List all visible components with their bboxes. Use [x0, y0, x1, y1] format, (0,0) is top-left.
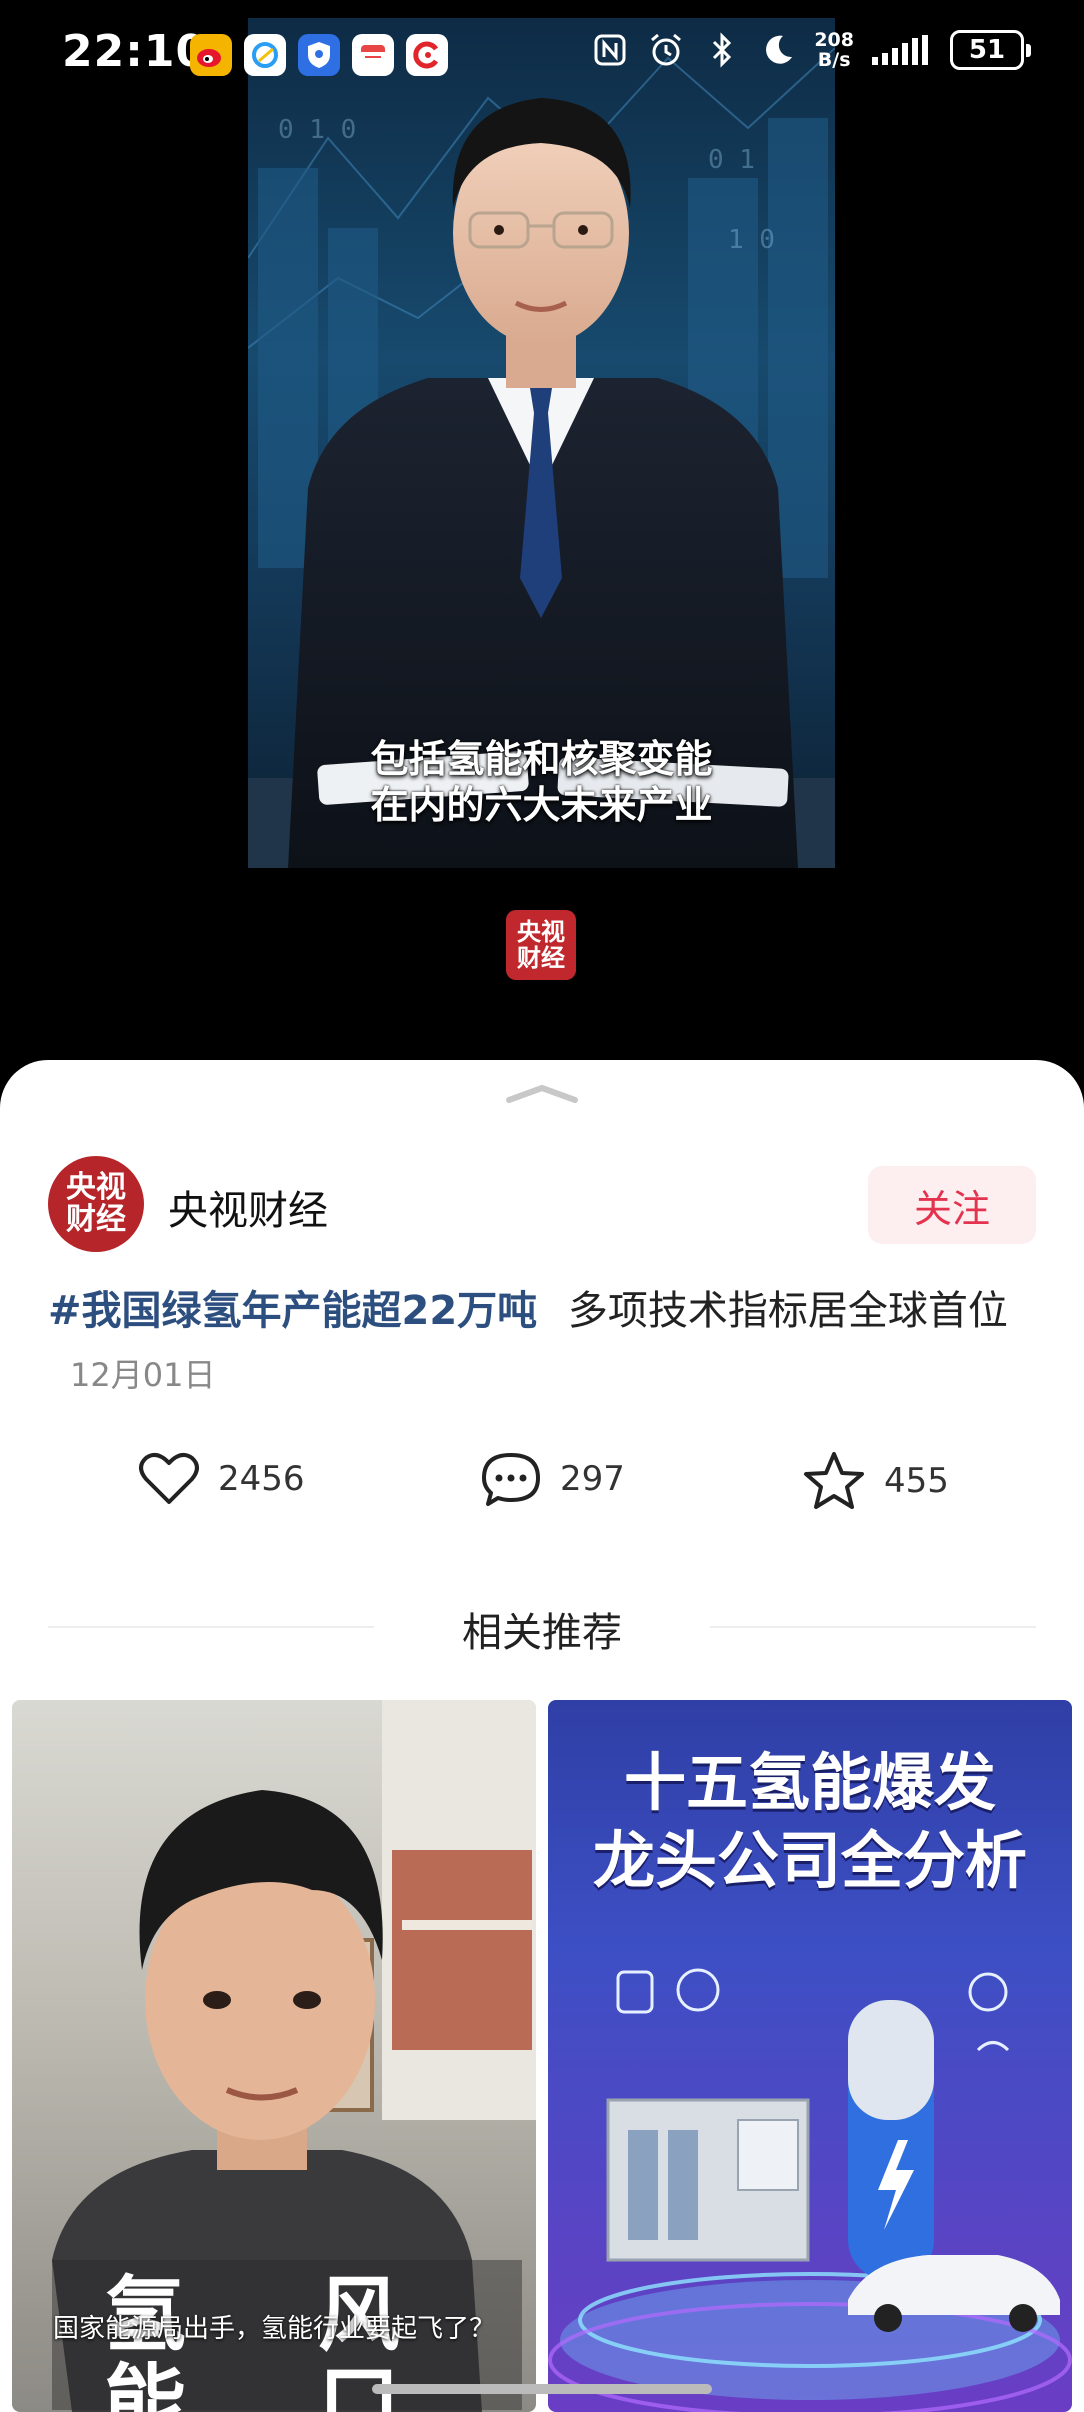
- post-title: #我国绿氢年产能超22万吨 多项技术指标居全球首位 12月01日: [48, 1280, 1038, 1406]
- related-title: 相关推荐: [462, 1610, 622, 1656]
- cctv-news-icon: [406, 34, 448, 76]
- card1-caption: 国家能源局出手，氢能行业要起飞了？: [52, 2314, 495, 2344]
- card-thumbnail-person: [52, 1700, 536, 2412]
- svg-text:1 0: 1 0: [728, 225, 775, 255]
- home-indicator[interactable]: [372, 2384, 712, 2394]
- post-date: 12月01日: [70, 1356, 216, 1394]
- card-thumbnail-hydrogen-equipment: [548, 1968, 1072, 2412]
- related-section-header: 相关推荐: [0, 1600, 1084, 1656]
- related-card-hydrogen-analysis[interactable]: 十五氢能爆发 龙头公司全分析: [548, 1700, 1072, 2412]
- follow-button[interactable]: 关注: [868, 1166, 1036, 1244]
- network-speed-value: 208: [814, 29, 854, 51]
- card1-big-char-3: 能: [104, 2356, 187, 2412]
- related-card-hydrogen-vlog[interactable]: 氢 风 能 口: [12, 1700, 536, 2412]
- star-icon: [804, 1452, 864, 1509]
- favorite-button[interactable]: 455: [802, 1450, 949, 1512]
- post-actions: 2456 297 455: [0, 1450, 1084, 1540]
- comment-bubble-icon: [482, 1453, 540, 1506]
- network-speed: 208 B/s: [814, 30, 854, 70]
- like-button[interactable]: 2456: [138, 1450, 305, 1508]
- svg-text:0 1: 0 1: [708, 145, 755, 175]
- do-not-disturb-moon-icon: [758, 30, 798, 70]
- alarm-icon: [646, 30, 686, 70]
- notification-icons: [190, 34, 448, 76]
- card1-big-char-4: 口: [318, 2356, 401, 2412]
- svg-text:0 1 0: 0 1 0: [278, 115, 356, 145]
- calendar-app-icon: [352, 34, 394, 76]
- post-hashtag-link[interactable]: #我国绿氢年产能超22万吨: [48, 1288, 537, 1334]
- weibo-icon: [190, 34, 232, 76]
- heart-icon: [139, 1452, 199, 1504]
- nfc-icon: [590, 30, 630, 70]
- security-shield-icon: [298, 34, 340, 76]
- video-subtitle-line-2: 在内的六大未来产业: [370, 783, 713, 827]
- like-count: 2456: [218, 1459, 305, 1499]
- qq-browser-icon: [244, 34, 286, 76]
- comment-count: 297: [560, 1459, 625, 1499]
- battery-indicator: 51: [950, 30, 1031, 70]
- divider-right: [710, 1626, 1036, 1628]
- author-name[interactable]: 央视财经: [168, 1178, 328, 1236]
- bluetooth-icon: [702, 30, 742, 70]
- system-icons: 208 B/s 51: [590, 30, 1031, 70]
- channel-watermark-logo: 央视 财经: [506, 910, 576, 980]
- network-speed-unit: B/s: [817, 49, 851, 71]
- author-avatar[interactable]: 央视 财经: [48, 1156, 144, 1252]
- video-player[interactable]: 0 11 00 1 0 包括氢能和核聚变能 在内的六大未来产业: [248, 18, 835, 868]
- status-time: 22:10: [62, 26, 208, 77]
- comment-button[interactable]: 297: [480, 1450, 625, 1508]
- post-title-text: 多项技术指标居全球首位: [567, 1288, 1008, 1334]
- post-detail-sheet: 央视 财经 央视财经 关注 #我国绿氢年产能超22万吨 多项技术指标居全球首位 …: [0, 1060, 1084, 2412]
- favorite-count: 455: [884, 1461, 949, 1501]
- sheet-drag-handle-icon[interactable]: [505, 1082, 579, 1104]
- signal-icon: [870, 30, 934, 70]
- status-bar: 22:10 208 B/s 51: [0, 0, 1084, 110]
